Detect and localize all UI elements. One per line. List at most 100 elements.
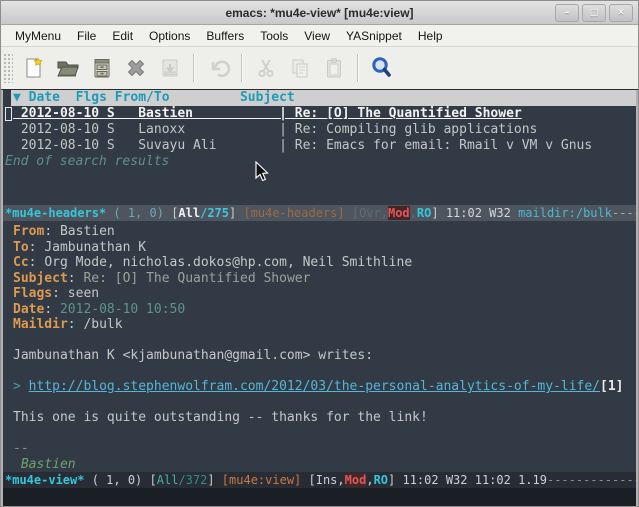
undo-button xyxy=(201,52,235,84)
window-title: emacs: *mu4e-view* [mu4e:view] xyxy=(225,6,413,20)
field-label: To xyxy=(13,240,29,255)
field-value: Jambunathan K xyxy=(44,240,146,255)
menu-yasnippet[interactable]: YASnippet xyxy=(338,27,410,45)
field-label: Subject xyxy=(13,271,68,286)
close-button[interactable]: ✕ xyxy=(609,4,633,22)
field-separator: : xyxy=(44,224,60,239)
copy-icon xyxy=(288,56,312,80)
toolbar-separator xyxy=(357,54,359,82)
open-folder-icon xyxy=(55,56,81,80)
save-as-button xyxy=(153,52,187,84)
search-button[interactable] xyxy=(365,52,399,84)
field-maildir: Maildir: /bulk xyxy=(13,317,636,333)
blank-line xyxy=(13,426,636,442)
toolbar-separator xyxy=(193,54,195,82)
modeline-comma: , xyxy=(410,206,417,220)
menu-edit[interactable]: Edit xyxy=(104,27,141,45)
menu-tools[interactable]: Tools xyxy=(252,27,296,45)
field-subject: Subject: Re: [O] The Quantified Shower xyxy=(13,271,636,287)
modeline-time: 11:02 W32 11:02 1.19 xyxy=(402,473,547,487)
field-separator: : xyxy=(68,271,84,286)
menu-buffers[interactable]: Buffers xyxy=(198,27,252,45)
save-button[interactable] xyxy=(85,52,119,84)
cut-button xyxy=(249,52,283,84)
headers-columns[interactable]: ▼ Date Flgs From/To Subject xyxy=(11,90,636,106)
modeline-modified-flag[interactable]: Mod xyxy=(388,206,410,220)
modeline-bracket: ] xyxy=(207,473,221,487)
modeline-major-mode[interactable]: [mu4e-headers] xyxy=(243,206,344,220)
new-file-button[interactable] xyxy=(17,52,51,84)
modeline-dashes: -------------------- xyxy=(547,473,636,487)
modeline-buffer-name[interactable]: *mu4e-headers* xyxy=(5,206,106,220)
modeline-time: 11:02 W32 xyxy=(446,206,518,220)
hollow-cursor xyxy=(5,107,12,121)
tool-bar xyxy=(1,47,638,90)
field-label: Cc xyxy=(13,255,29,270)
field-value: seen xyxy=(68,286,99,301)
field-cc: Cc: Org Mode, nicholas.dokos@hp.com, Nei… xyxy=(13,255,636,271)
field-separator: : xyxy=(68,317,84,332)
modeline-filter[interactable]: All xyxy=(157,473,179,487)
modeline-buffer-name[interactable]: *mu4e-view* xyxy=(5,473,84,487)
quote-prefix: > xyxy=(13,379,29,394)
toolbar-separator xyxy=(241,54,243,82)
menu-options[interactable]: Options xyxy=(141,27,198,45)
undo-icon xyxy=(205,56,231,80)
field-label: From xyxy=(13,224,44,239)
modeline-readonly-flag[interactable]: RO xyxy=(417,206,431,220)
paste-clipboard-icon xyxy=(322,56,346,80)
modeline-major-mode[interactable]: [mu4e:view] xyxy=(222,473,301,487)
message-row[interactable]: 2012-08-10 S Lanoxx | Re: Compiling glib… xyxy=(3,122,636,138)
minibuffer-echo-area[interactable] xyxy=(3,488,636,506)
delete-button[interactable] xyxy=(119,52,153,84)
field-separator: : xyxy=(44,302,60,317)
body-link[interactable]: http://blog.stephenwolfram.com/2012/03/t… xyxy=(29,379,600,394)
modeline-comma: , xyxy=(366,473,373,487)
modeline-dashes: -------------------- xyxy=(612,206,636,220)
menu-bar: MyMenu File Edit Options Buffers Tools V… xyxy=(1,25,638,47)
message-row-text: 2012-08-10 S Lanoxx | Re: Compiling glib… xyxy=(13,122,537,137)
maximize-button[interactable]: □ xyxy=(582,4,606,22)
minimize-button[interactable]: – xyxy=(555,4,579,22)
toolbar-grip[interactable] xyxy=(3,53,13,83)
field-label: Date xyxy=(13,302,44,317)
menu-help[interactable]: Help xyxy=(410,27,451,45)
modeline-readonly-flag[interactable]: RO xyxy=(374,473,388,487)
field-label: Flags xyxy=(13,286,52,301)
modeline-flags: [Ovr, xyxy=(345,206,388,220)
modeline-bracket: ] xyxy=(431,206,445,220)
message-row-selected[interactable]: 2012-08-10 S Bastien | Re: [O] The Quant… xyxy=(3,106,636,122)
modeline-position: ( 1, 0) xyxy=(84,473,149,487)
mouse-pointer-icon xyxy=(255,161,271,183)
blank-line xyxy=(13,364,636,380)
modeline-bracket: ] xyxy=(388,473,402,487)
title-bar[interactable]: emacs: *mu4e-view* [mu4e:view] – □ ✕ xyxy=(1,1,638,25)
modeline-filter[interactable]: All xyxy=(178,206,200,220)
field-to: To: Jambunathan K xyxy=(13,240,636,256)
message-row[interactable]: 2012-08-10 S Suvayu Ali | Re: Emacs for … xyxy=(3,138,636,154)
signature: Bastien xyxy=(13,457,636,473)
search-icon xyxy=(369,55,395,81)
modeline-maildir: maildir:/bulk xyxy=(518,206,612,220)
menu-file[interactable]: File xyxy=(69,27,104,45)
mode-line-view: *mu4e-view* ( 1, 0) [All/372] [mu4e:view… xyxy=(3,472,636,488)
cut-scissors-icon xyxy=(254,56,278,80)
field-value: /bulk xyxy=(83,317,122,332)
modeline-position: ( 1, 0) xyxy=(106,206,171,220)
menu-view[interactable]: View xyxy=(296,27,338,45)
signature-separator: -- xyxy=(13,441,636,457)
menu-mymenu[interactable]: MyMenu xyxy=(7,27,69,45)
headers-header-line: ▼ Date Flgs From/To Subject xyxy=(3,90,636,106)
field-value: Re: [O] The Quantified Shower xyxy=(83,271,310,286)
field-from: From: Bastien xyxy=(13,224,636,240)
mu4e-view-window: From: Bastien To: Jambunathan K Cc: Org … xyxy=(3,221,636,472)
emacs-frame-body: ▼ Date Flgs From/To Subject 2012-08-10 S… xyxy=(1,90,638,507)
blank-line xyxy=(13,333,636,349)
link-footnote-ref: [1] xyxy=(600,379,623,394)
mode-line-headers: *mu4e-headers* ( 1, 0) [All/275] [mu4e-h… xyxy=(3,205,636,221)
delete-x-icon xyxy=(124,56,148,80)
open-file-button[interactable] xyxy=(51,52,85,84)
field-value: Org Mode, nicholas.dokos@hp.com, Neil Sm… xyxy=(44,255,412,270)
field-flags: Flags: seen xyxy=(13,286,636,302)
modeline-modified-flag[interactable]: Mod xyxy=(345,473,367,487)
